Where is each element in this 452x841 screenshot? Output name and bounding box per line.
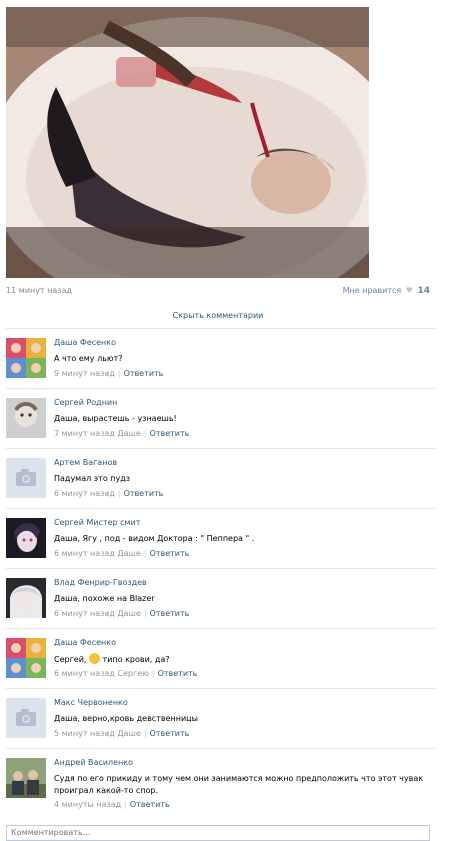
reply-button[interactable]: Ответить [150,429,190,438]
reply-button[interactable]: Ответить [150,729,190,738]
avatar[interactable] [6,458,46,498]
comment-text: Судя по его прикиду и тому чем они заним… [54,774,424,795]
divider: | [151,669,155,678]
divider: | [117,369,121,378]
reply-to[interactable]: Даше [117,549,140,558]
comment-time[interactable]: 4 минуты назад [54,800,121,809]
post-meta: 11 минут назад Мне нравится ♥ 14 [6,286,430,300]
comment-meta: 6 минут назад Даше | Ответить [54,549,189,558]
comment-time[interactable]: 6 минут назад [54,549,115,558]
comment-text: Даша, вырастешь - узнаешь! [54,414,177,423]
comment-author[interactable]: Сергей Мистер смит [54,518,140,527]
comment-text: Даша, похоже на Blazer [54,594,155,603]
heart-icon: ♥ [405,286,413,295]
reply-button[interactable]: Ответить [150,549,190,558]
avatar-image [6,398,46,438]
comment-meta: 6 минут назад Сергею | Ответить [54,669,197,678]
divider: | [143,429,147,438]
comment-text: Даша, Ягу , под - видом Доктора : " Пепп… [54,534,255,543]
camera-icon [6,458,46,498]
avatar[interactable] [6,578,46,618]
reply-to[interactable]: Даше [117,609,140,618]
reply-button[interactable]: Ответить [130,800,170,809]
comment-author[interactable]: Влад Фенрир-Гвоздев [54,578,147,587]
comment-author[interactable]: Даша Фесенко [54,638,116,647]
reply-to[interactable]: Даше [117,729,140,738]
comment-meta: 6 минут назад | Ответить [54,489,163,498]
divider: | [124,800,127,809]
comment-text: Сергей, типо крови, да? [54,653,432,666]
comment-item: Сергей Мистер смит Даша, Ягу , под - вид… [6,508,436,568]
avatar[interactable] [6,758,46,798]
avatar[interactable] [6,518,46,558]
comment-item: Андрей Василенко Судя по его прикиду и т… [6,748,436,819]
divider: | [117,489,121,498]
avatar[interactable] [6,398,46,438]
camera-icon [6,698,46,738]
comment-item: Сергей Роднин Даша, вырастешь - узнаешь!… [6,388,436,448]
comment-author[interactable]: Макс Червоненко [54,698,128,707]
avatar[interactable] [6,638,46,678]
avatar-image [6,338,46,378]
smiley-emoji-icon [89,653,100,664]
reply-button[interactable]: Ответить [124,489,164,498]
comment-item: Даша Фесенко А что ему льют? 9 минут наз… [6,328,436,388]
hide-comments-link[interactable]: Скрыть комментарии [6,311,430,320]
comment-time[interactable]: 6 минут назад [54,669,115,678]
comment-text-end: типо крови, да? [102,655,170,664]
reply-to[interactable]: Даше [117,429,140,438]
comment-meta: 7 минут назад Даше | Ответить [54,429,189,438]
comment-time[interactable]: 6 минут назад [54,489,115,498]
avatar-image [6,638,46,678]
like-count: 14 [417,286,430,296]
avatar[interactable] [6,338,46,378]
avatar-image [6,758,46,798]
comment-time[interactable]: 5 минут назад [54,729,115,738]
comment-text-start: Сергей, [54,655,87,664]
reply-button[interactable]: Ответить [150,609,190,618]
comment-text: Даша, верно,кровь девственницы [54,714,198,723]
comment-text: А что ему льют? [54,354,123,363]
comment-author[interactable]: Андрей Василенко [54,758,133,767]
comment-item: Даша Фесенко Сергей, типо крови, да? 6 м… [6,628,436,688]
comment-meta: 4 минуты назад | Ответить [54,800,170,809]
comment-item: Влад Фенрир-Гвоздев Даша, похоже на Blaz… [6,568,436,628]
divider: | [143,729,147,738]
comment-meta: 6 минут назад Даше | Ответить [54,609,189,618]
like-button[interactable]: Мне нравится ♥ 14 [343,286,430,296]
divider: | [143,549,147,558]
reply-button[interactable]: Ответить [158,669,198,678]
comment-meta: 9 минут назад | Ответить [54,369,163,378]
reply-to[interactable]: Сергею [117,669,148,678]
avatar-image [6,518,46,558]
photo-illustration [6,7,369,278]
comment-time[interactable]: 7 минут назад [54,429,115,438]
post-time: 11 минут назад [6,286,72,295]
reply-button[interactable]: Ответить [124,369,164,378]
avatar[interactable] [6,698,46,738]
comment-meta: 5 минут назад Даше | Ответить [54,729,189,738]
like-label: Мне нравится [342,286,402,295]
comments-list: Даша Фесенко А что ему льют? 9 минут наз… [6,328,436,819]
avatar-image [6,578,46,618]
comment-time[interactable]: 6 минут назад [54,609,115,618]
comment-item: Артем Ваганов Падумал это пудз 6 минут н… [6,448,436,508]
comment-author[interactable]: Даша Фесенко [54,338,116,347]
divider: | [143,609,147,618]
post-photo[interactable] [6,7,369,278]
comment-author[interactable]: Артем Ваганов [54,458,117,467]
comment-input[interactable]: Комментировать... [6,825,430,841]
comment-text: Падумал это пудз [54,474,131,483]
comment-item: Макс Червоненко Даша, верно,кровь девств… [6,688,436,748]
comment-author[interactable]: Сергей Роднин [54,398,117,407]
comment-time[interactable]: 9 минут назад [54,369,115,378]
